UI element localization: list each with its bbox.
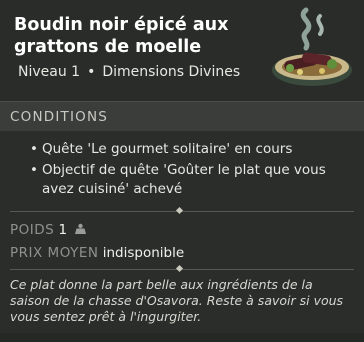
weight-label: POIDS <box>10 222 55 238</box>
weight-row: POIDS 1 <box>10 222 87 238</box>
condition-item: Objectif de quête 'Goûter le plat que vo… <box>30 161 350 199</box>
conditions-list: Quête 'Le gourmet solitaire' en cours Ob… <box>30 140 350 201</box>
tooltip-footer <box>0 333 364 342</box>
divider-ornament <box>175 264 184 273</box>
divider-ornament <box>175 206 184 215</box>
item-level: Niveau 1 <box>18 64 81 80</box>
item-subtitle: Niveau 1 • Dimensions Divines <box>18 64 240 80</box>
food-plate-icon <box>272 7 352 86</box>
divider <box>10 264 354 273</box>
conditions-section-header: CONDITIONS <box>0 101 364 131</box>
subtitle-separator: • <box>87 64 96 80</box>
item-category: Dimensions Divines <box>102 64 241 80</box>
price-row: PRIX MOYEN indisponible <box>10 245 184 261</box>
price-label: PRIX MOYEN <box>10 245 99 261</box>
tooltip-header: Boudin noir épicé aux grattons de moelle… <box>0 0 364 101</box>
item-description: Ce plat donne la part belle aux ingrédie… <box>10 277 344 324</box>
weight-value: 1 <box>58 222 68 238</box>
divider <box>10 206 354 215</box>
weight-icon <box>75 223 87 234</box>
conditions-label: CONDITIONS <box>10 109 109 125</box>
price-value: indisponible <box>102 245 185 261</box>
condition-item: Quête 'Le gourmet solitaire' en cours <box>30 140 350 159</box>
item-title: Boudin noir épicé aux grattons de moelle <box>14 15 229 57</box>
